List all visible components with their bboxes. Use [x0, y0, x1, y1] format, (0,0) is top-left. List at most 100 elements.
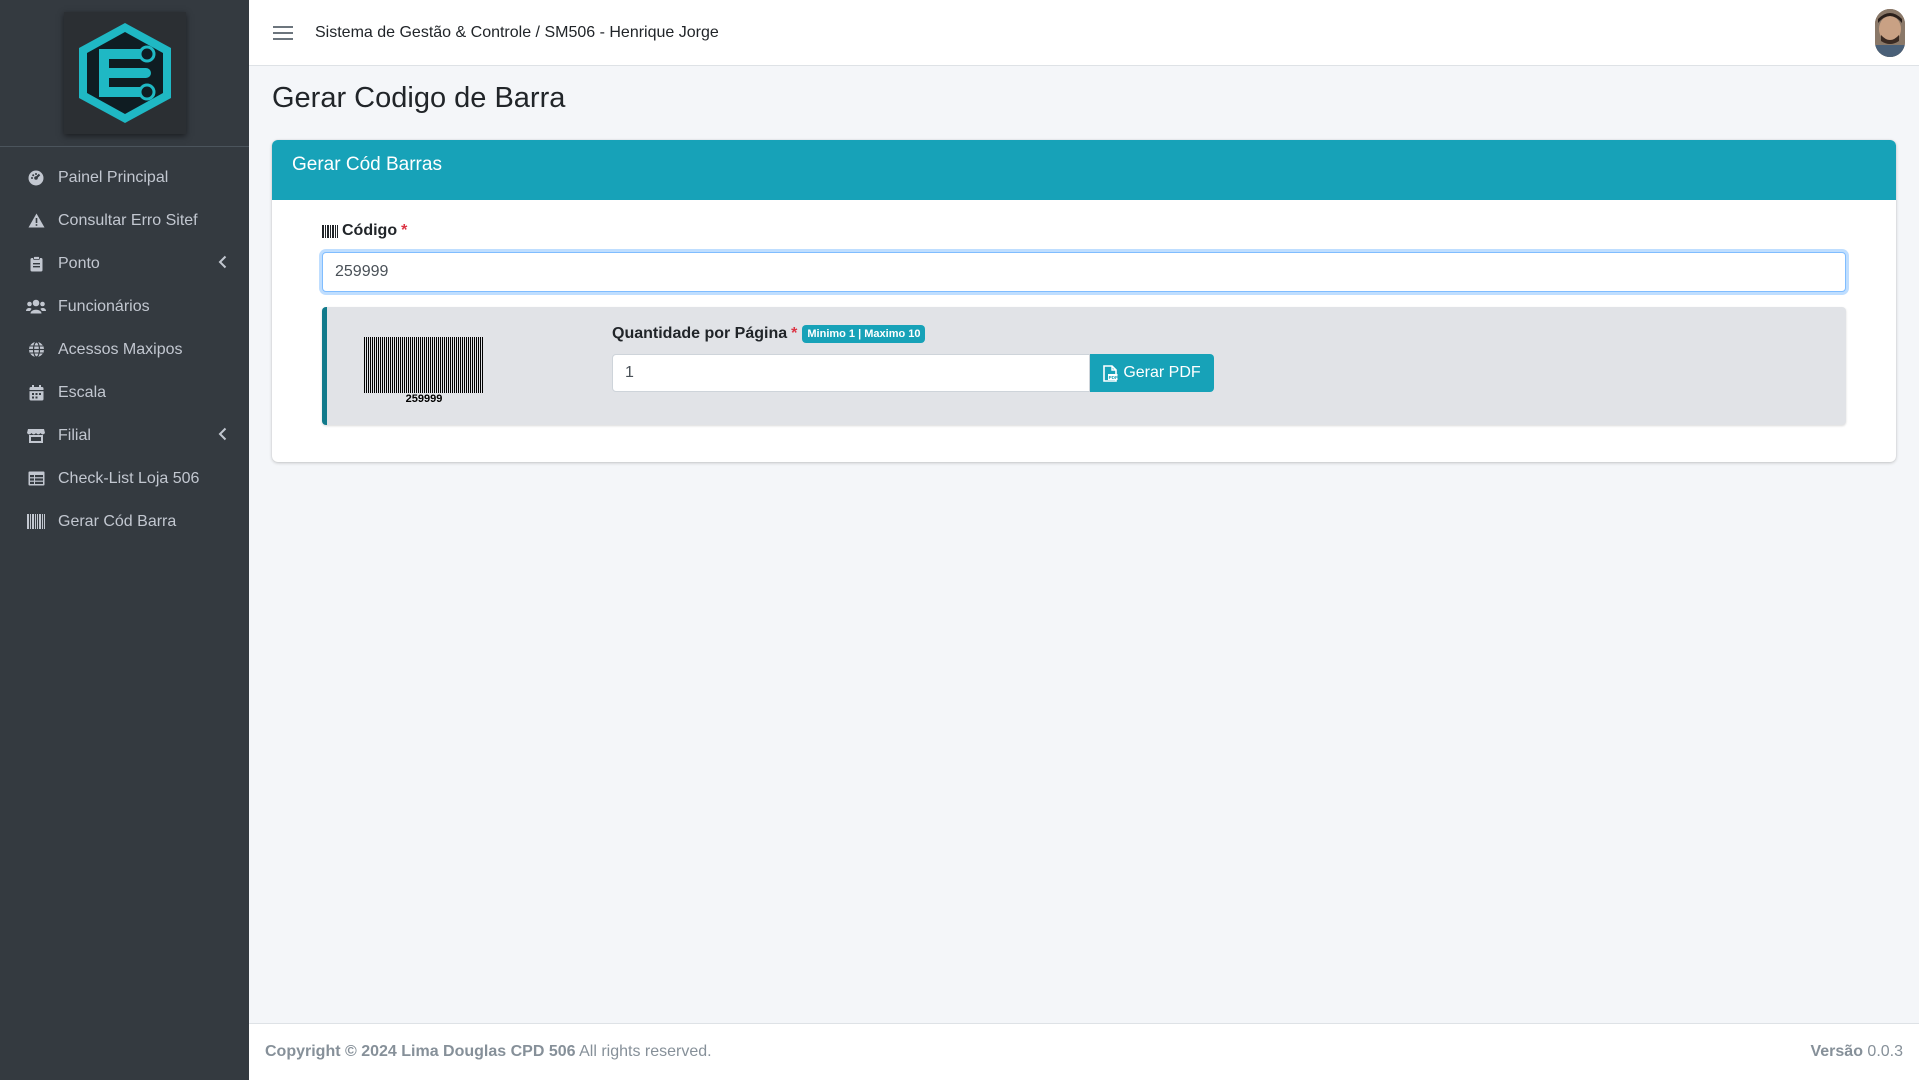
barcode-bar [466, 337, 467, 393]
barcode-bar [430, 337, 431, 393]
barcode-bar [434, 337, 435, 393]
footer-copyright-block: Copyright © 2024 Lima Douglas CPD 506 Al… [265, 1043, 712, 1061]
footer-copyright: Copyright © 2024 Lima Douglas CPD 506 [265, 1043, 576, 1060]
brand [0, 0, 249, 147]
barcode-bars [364, 337, 483, 393]
barcode-bar [382, 337, 383, 393]
chevron-left-icon [218, 255, 227, 274]
sidebar-item-check-list-loja-506[interactable]: Check-List Loja 506 [0, 457, 249, 500]
sidebar-item-painel-principal[interactable]: Painel Principal [0, 156, 249, 199]
users-icon [26, 298, 46, 316]
barcode-bar [482, 337, 483, 393]
sidebar-item-label: Filial [58, 426, 91, 444]
barcode-bar [372, 337, 373, 393]
barcode-bar [450, 337, 451, 393]
barcode-bar [472, 337, 473, 393]
sidebar-item-label: Painel Principal [58, 168, 169, 186]
barcode-bar [396, 337, 397, 393]
required-mark: * [791, 325, 798, 342]
app-logo[interactable] [63, 12, 186, 134]
chevron-left-icon [218, 427, 227, 446]
clipboard-icon [26, 255, 46, 273]
barcode-bar [404, 337, 405, 393]
codigo-label: Código * [322, 222, 407, 240]
svg-text:PDF: PDF [1109, 375, 1118, 380]
barcode-bar [428, 337, 429, 393]
barcode-bar [426, 337, 427, 393]
file-pdf-icon: PDF [1103, 364, 1118, 382]
sidebar-item-label: Escala [58, 383, 107, 401]
footer-version-value: 0.0.3 [1862, 1043, 1903, 1060]
sidebar-item-gerar-cod-barra[interactable]: Gerar Cód Barra [0, 500, 249, 543]
sidebar-item-filial[interactable]: Filial [0, 414, 249, 457]
sidebar-item-acessos-maxipos[interactable]: Acessos Maxipos [0, 328, 249, 371]
barcode-bar [386, 337, 387, 393]
barcode-bar [448, 337, 449, 393]
sidebar-item-label: Ponto [58, 254, 100, 272]
barcode-bar [464, 337, 465, 393]
top-navbar: Sistema de Gestão & Controle / SM506 - H… [249, 0, 1919, 66]
barcode-bar [394, 337, 395, 393]
warning-icon [26, 212, 46, 230]
globe-icon [26, 341, 46, 359]
barcode-bar [442, 337, 443, 393]
sidebar-item-label: Check-List Loja 506 [58, 469, 200, 487]
store-icon [26, 427, 46, 445]
card-header: Gerar Cód Barras [272, 140, 1896, 200]
sidebar-item-consultar-erro-sitef[interactable]: Consultar Erro Sitef [0, 199, 249, 242]
barcode-bar [478, 337, 479, 393]
barcode-bar [474, 337, 475, 393]
barcode-bar [400, 337, 401, 393]
barcode-bar [370, 337, 371, 393]
footer-rights: All rights reserved. [575, 1043, 712, 1060]
barcode-bar [368, 337, 369, 393]
barcode-bar [364, 337, 365, 393]
barcode-bar [462, 337, 463, 393]
footer: Copyright © 2024 Lima Douglas CPD 506 Al… [249, 1023, 1919, 1080]
gerar-pdf-button[interactable]: PDF Gerar PDF [1090, 354, 1214, 392]
barcode-image: 259999 [362, 337, 486, 407]
header-title: Sistema de Gestão & Controle / SM506 - H… [315, 23, 719, 41]
barcode-bar [380, 337, 381, 393]
barcode-bar [398, 337, 399, 393]
barcode-bar [366, 337, 367, 393]
barcode-bar [446, 337, 447, 393]
barcode-bar [376, 337, 377, 393]
barcode-bar [468, 337, 469, 393]
barcode-bar [422, 337, 423, 393]
barcode-bar [378, 337, 379, 393]
barcode-bar [414, 337, 415, 393]
codigo-input[interactable] [322, 252, 1846, 292]
barcode-bar [470, 337, 471, 393]
barcode-bar [374, 337, 375, 393]
required-mark: * [401, 222, 408, 239]
barcode-icon [26, 513, 46, 531]
barcode-bar [436, 337, 437, 393]
sidebar-item-funcionarios[interactable]: Funcionários [0, 285, 249, 328]
barcode-bar [410, 337, 411, 393]
barcode-text: 259999 [405, 393, 443, 405]
barcode-bar [476, 337, 477, 393]
sidebar: Painel Principal Consultar Erro Sitef Po… [0, 0, 249, 1080]
barcode-bar [390, 337, 391, 393]
barcode-preview-callout: 259999 Quantidade por Página * Minimo 1 … [322, 307, 1846, 425]
barcode-bar [412, 337, 413, 393]
sidebar-item-ponto[interactable]: Ponto [0, 242, 249, 285]
sidebar-item-label: Funcionários [58, 297, 150, 315]
sidebar-item-label: Acessos Maxipos [58, 340, 183, 358]
barcode-bar [392, 337, 393, 393]
qty-input[interactable] [612, 354, 1090, 392]
tachometer-icon [26, 169, 46, 187]
barcode-bar [460, 337, 461, 393]
user-avatar[interactable] [1875, 9, 1905, 57]
barcode-card: Gerar Cód Barras Código * 259999 Quantid… [272, 140, 1896, 462]
barcode-bar [416, 337, 417, 393]
qty-label: Quantidade por Página * Minimo 1 | Maxim… [612, 325, 926, 343]
barcode-bar [452, 337, 453, 393]
page-title: Gerar Codigo de Barra [272, 82, 566, 114]
barcode-bar [388, 337, 389, 393]
logo-icon [78, 23, 171, 123]
sidebar-item-escala[interactable]: Escala [0, 371, 249, 414]
hamburger-menu-icon[interactable] [273, 22, 293, 44]
barcode-bar [438, 337, 439, 393]
